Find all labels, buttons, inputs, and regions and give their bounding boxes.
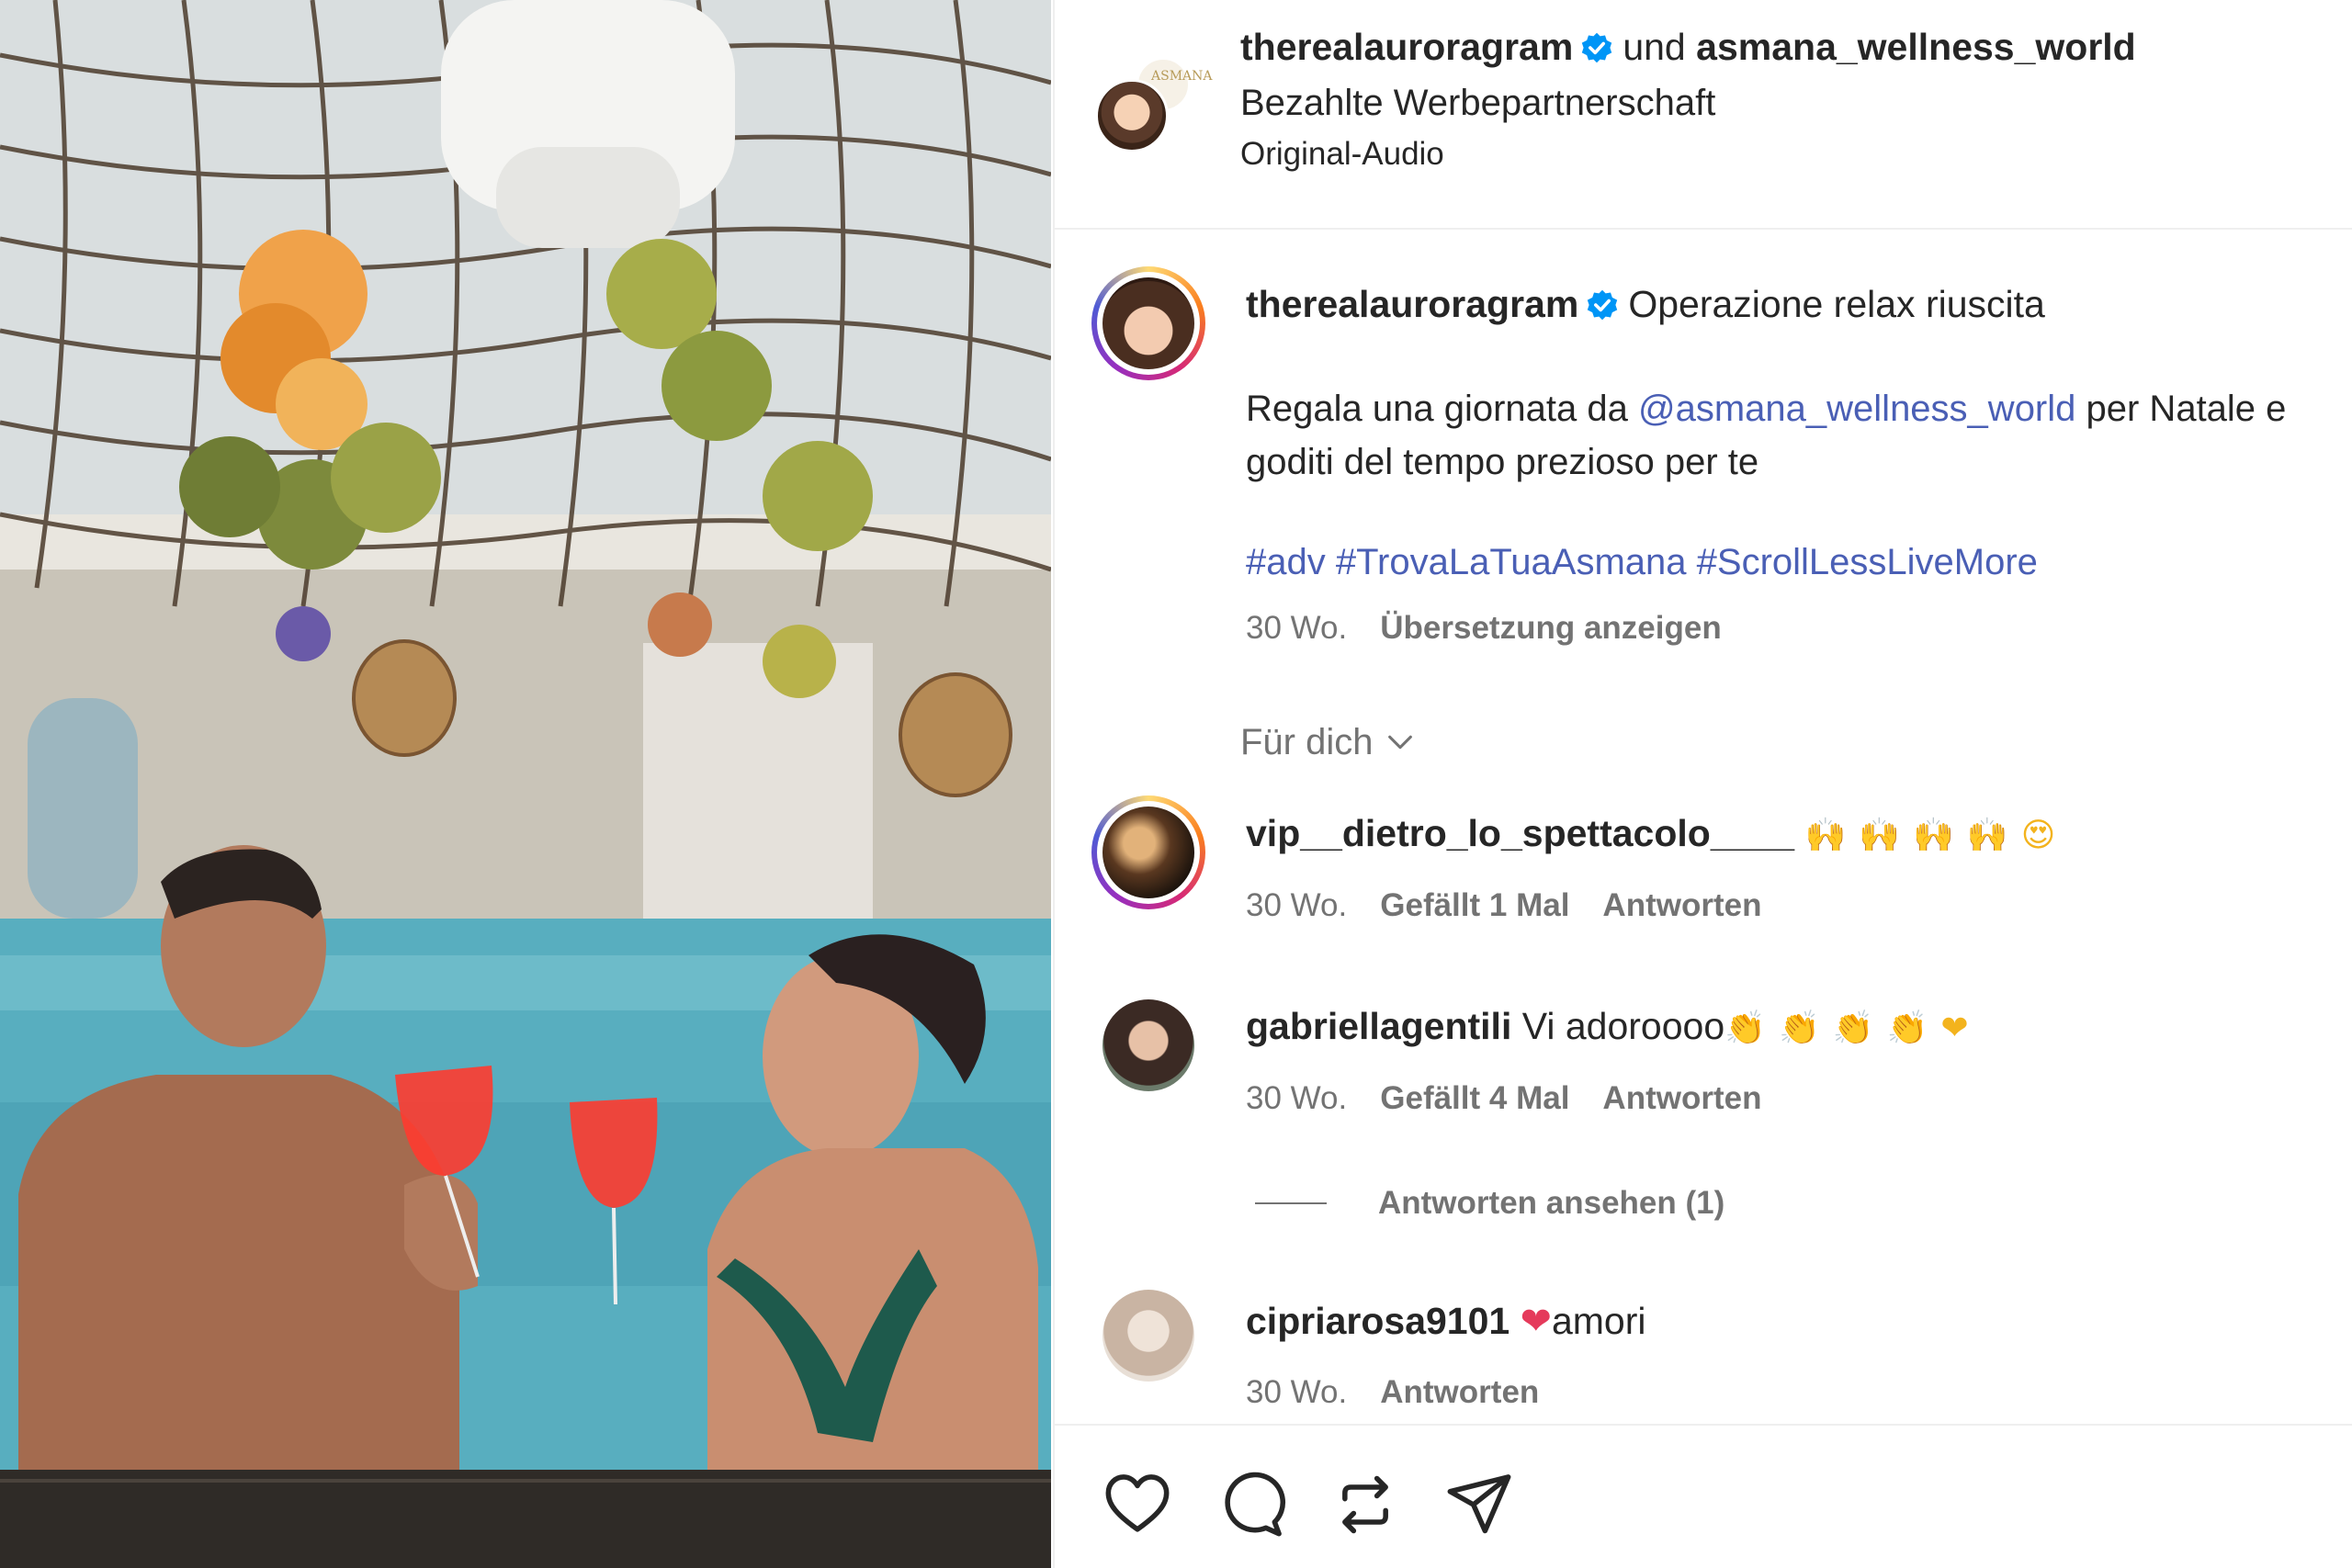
comment-likes[interactable]: Gefällt 4 Mal xyxy=(1380,1080,1569,1116)
audio-label[interactable]: Original-Audio xyxy=(1240,136,1444,173)
coauthor-avatars[interactable]: ASMANA xyxy=(1095,57,1213,152)
comment-username[interactable]: vip__dietro_lo_spettacolo____ xyxy=(1246,812,1794,854)
caption-headline: Operazione relax riuscita xyxy=(1628,283,2045,325)
caption-headline-line: therealauroragram Operazione relax riusci… xyxy=(1246,283,2045,326)
verified-badge-icon xyxy=(1588,289,1618,321)
comment-time[interactable]: 30 Wo. xyxy=(1246,1374,1347,1410)
comment-meta: 30 Wo. Gefällt 1 Mal Antworten xyxy=(1246,887,1794,924)
comment-text: vip__dietro_lo_spettacolo____ 🙌🙌🙌🙌😍 xyxy=(1246,812,2068,855)
reply-button[interactable]: Antworten xyxy=(1602,1080,1761,1116)
caption-body: Regala una giornata da @asmana_wellness_… xyxy=(1246,382,2352,489)
author-username[interactable]: therealauroragram xyxy=(1240,26,1573,68)
chevron-down-icon xyxy=(1387,735,1412,750)
reply-button[interactable]: Antworten xyxy=(1602,887,1761,923)
view-replies-button[interactable]: Antworten ansehen (1) xyxy=(1255,1185,1724,1222)
post-header: ASMANA therealauroragram und asmana_welln… xyxy=(1055,0,2352,230)
post-image[interactable] xyxy=(0,0,1051,1568)
heart-emoji: ❤ xyxy=(1520,1299,1552,1343)
caption-author-avatar[interactable] xyxy=(1091,266,1205,380)
comment-time[interactable]: 30 Wo. xyxy=(1246,887,1347,923)
paid-partnership-label[interactable]: Bezahlte Werbepartnerschaft xyxy=(1240,83,1715,124)
post-authors: therealauroragram und asmana_wellness_wor… xyxy=(1240,26,2136,69)
comment-text: gabriellagentili Vi adoroooo👏👏👏👏❤ xyxy=(1246,1005,1982,1048)
caption-hashtags[interactable]: #adv #TrovaLaTuaAsmana #ScrollLessLiveMo… xyxy=(1246,542,2038,583)
comment-icon[interactable] xyxy=(1216,1470,1286,1540)
verified-badge-icon xyxy=(1582,32,1612,63)
comment-emoji: 👏👏👏👏❤ xyxy=(1724,1010,1982,1047)
post-photo xyxy=(0,0,1051,1568)
coauthor-username[interactable]: asmana_wellness_world xyxy=(1696,26,2136,68)
author-avatar[interactable] xyxy=(1095,79,1169,152)
comment-emoji: 🙌🙌🙌🙌😍 xyxy=(1804,817,2069,854)
comment-meta: 30 Wo. Gefällt 4 Mal Antworten xyxy=(1246,1080,1794,1117)
action-bar xyxy=(1055,1424,2352,1568)
reply-button[interactable]: Antworten xyxy=(1380,1374,1539,1410)
comment-time[interactable]: 30 Wo. xyxy=(1246,1080,1347,1116)
caption-time[interactable]: 30 Wo. xyxy=(1246,610,1347,646)
comment-text: cipriarosa9101 ❤amori xyxy=(1246,1299,1646,1343)
replies-divider xyxy=(1255,1202,1327,1204)
comment-username[interactable]: cipriarosa9101 xyxy=(1246,1300,1510,1342)
comment-sort-label: Für dich xyxy=(1240,722,1374,762)
caption-username[interactable]: therealauroragram xyxy=(1246,283,1578,325)
comment-avatar[interactable] xyxy=(1091,988,1205,1102)
authors-conjunction: und xyxy=(1623,26,1686,68)
comment-avatar[interactable] xyxy=(1091,1279,1205,1393)
comment-meta: 30 Wo. Antworten xyxy=(1246,1374,1572,1411)
heart-icon[interactable] xyxy=(1102,1470,1172,1540)
comment-avatar[interactable] xyxy=(1091,795,1205,909)
comment-sort-dropdown[interactable]: Für dich xyxy=(1240,722,1416,763)
comment-likes[interactable]: Gefällt 1 Mal xyxy=(1380,887,1569,923)
repost-icon[interactable] xyxy=(1330,1470,1400,1540)
share-icon[interactable] xyxy=(1444,1470,1514,1540)
translate-button[interactable]: Übersetzung anzeigen xyxy=(1380,610,1721,646)
comment-username[interactable]: gabriellagentili xyxy=(1246,1005,1511,1047)
caption-body-start: Regala una giornata da xyxy=(1246,389,1638,429)
caption-mention-link[interactable]: @asmana_wellness_world xyxy=(1638,389,2075,429)
view-replies-label: Antworten ansehen (1) xyxy=(1378,1185,1725,1221)
comment-body: amori xyxy=(1551,1300,1646,1342)
caption-meta: 30 Wo. Übersetzung anzeigen xyxy=(1246,610,1722,647)
comment-body: Vi adoroooo xyxy=(1521,1005,1725,1047)
post-details-panel: ASMANA therealauroragram und asmana_welln… xyxy=(1053,0,2352,1568)
